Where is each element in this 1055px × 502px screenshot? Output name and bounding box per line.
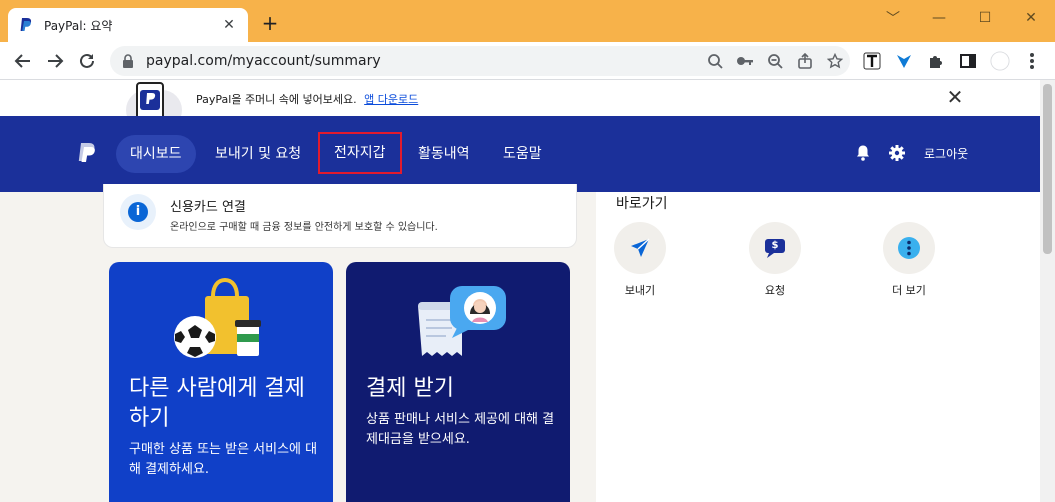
bell-icon[interactable]: [854, 144, 872, 162]
invoice-illustration-icon: [418, 286, 506, 356]
scrollbar-thumb[interactable]: [1043, 84, 1052, 254]
browser-toolbar: paypal.com/myaccount/summary: [0, 42, 1055, 80]
browser-titlebar: PayPal: 요약 ✕ + ﹀ — ☐ ✕: [0, 0, 1055, 42]
nav-send-request[interactable]: 보내기 및 요청: [201, 135, 315, 173]
banner-text: PayPal을 주머니 속에 넣어보세요.: [196, 93, 357, 106]
quick-send[interactable]: 보내기: [600, 222, 680, 298]
reload-icon[interactable]: [76, 50, 98, 72]
get-paid-card[interactable]: 결제 받기 상품 판매나 서비스 제공에 대해 결제대금을 받으세요.: [346, 262, 570, 502]
new-tab-button[interactable]: +: [258, 12, 282, 36]
app-download-banner: PayPal을 주머니 속에 넣어보세요. 앱 다운로드 ✕: [0, 80, 1040, 130]
text-extension-icon[interactable]: [862, 51, 882, 71]
extensions-puzzle-icon[interactable]: [926, 51, 946, 71]
profile-avatar-icon[interactable]: [990, 51, 1010, 71]
browser-tab[interactable]: PayPal: 요약 ✕: [8, 8, 248, 42]
quick-request[interactable]: $ 요청: [735, 222, 815, 298]
maximize-button[interactable]: ☐: [962, 6, 1008, 30]
page-viewport: PayPal을 주머니 속에 넣어보세요. 앱 다운로드 ✕ 대시보드 보내기 …: [0, 80, 1040, 502]
pay-card-title: 다른 사람에게 결제하기: [129, 376, 305, 431]
info-card-title: 신용카드 연결: [170, 200, 246, 215]
pay-card-desc: 구매한 상품 또는 받은 서비스에 대해 결제하세요.: [129, 442, 318, 477]
lock-icon: [122, 54, 136, 68]
tab-close-icon[interactable]: ✕: [220, 17, 238, 33]
quick-links-title: 바로가기: [616, 196, 668, 212]
request-dollar-symbol: $: [771, 240, 779, 251]
info-icon: i: [128, 202, 148, 222]
nav-dashboard[interactable]: 대시보드: [116, 135, 196, 173]
url-text: paypal.com/myaccount/summary: [146, 53, 381, 69]
side-panel-icon[interactable]: [958, 51, 978, 71]
left-column: i 신용카드 연결 온라인으로 구매할 때 금융 정보를 안전하게 보호할 수 …: [0, 184, 596, 502]
info-badge: i: [120, 194, 156, 230]
pay-someone-card[interactable]: 다른 사람에게 결제하기 구매한 상품 또는 받은 서비스에 대해 결제하세요.: [109, 262, 333, 502]
zoom-out-icon[interactable]: [760, 46, 790, 76]
address-bar[interactable]: paypal.com/myaccount/summary: [110, 46, 850, 76]
shopping-illustration-icon: [174, 277, 261, 358]
logout-link[interactable]: 로그아웃: [924, 145, 968, 162]
paypal-favicon-icon: [18, 17, 34, 33]
banner-close-icon[interactable]: ✕: [944, 86, 966, 108]
banner-message: PayPal을 주머니 속에 넣어보세요. 앱 다운로드: [196, 91, 418, 107]
bookmark-star-icon[interactable]: [820, 46, 850, 76]
tab-search-icon[interactable]: ﹀: [870, 6, 916, 30]
nav-wallet[interactable]: 전자지갑: [318, 132, 402, 174]
share-icon[interactable]: [790, 46, 820, 76]
quick-more-label: 더 보기: [892, 284, 926, 297]
request-icon: $: [749, 222, 801, 274]
nav-activity[interactable]: 활동내역: [404, 135, 484, 173]
more-icon: [883, 222, 935, 274]
quick-send-label: 보내기: [624, 284, 656, 297]
close-window-button[interactable]: ✕: [1008, 6, 1054, 30]
link-credit-card-card[interactable]: i 신용카드 연결 온라인으로 구매할 때 금융 정보를 안전하게 보호할 수 …: [103, 184, 577, 248]
get-paid-card-title: 결제 받기: [366, 376, 454, 401]
quick-request-label: 요청: [764, 284, 786, 297]
tab-title: PayPal: 요약: [44, 18, 113, 33]
minimize-button[interactable]: —: [916, 6, 962, 30]
paypal-top-nav: 대시보드 보내기 및 요청 전자지갑 활동내역 도움말 로그아웃: [0, 116, 1040, 192]
back-arrow-icon[interactable]: [12, 50, 34, 72]
get-paid-card-desc: 상품 판매나 서비스 제공에 대해 결제대금을 받으세요.: [366, 412, 555, 447]
gear-icon[interactable]: [888, 144, 906, 162]
nav-help[interactable]: 도움말: [489, 135, 556, 173]
paypal-logo-icon[interactable]: [76, 142, 98, 166]
forward-arrow-icon[interactable]: [44, 50, 66, 72]
info-card-subtitle: 온라인으로 구매할 때 금융 정보를 안전하게 보호할 수 있습니다.: [170, 222, 438, 233]
key-icon[interactable]: [730, 46, 760, 76]
quick-more[interactable]: 더 보기: [869, 222, 949, 298]
dashboard-main: i 신용카드 연결 온라인으로 구매할 때 금융 정보를 안전하게 보호할 수 …: [0, 184, 1040, 502]
menu-kebab-icon[interactable]: [1022, 51, 1042, 71]
send-icon: [614, 222, 666, 274]
zoom-search-icon[interactable]: [700, 46, 730, 76]
vpn-extension-icon[interactable]: [894, 51, 914, 71]
page-scrollbar[interactable]: [1040, 80, 1055, 502]
app-download-link[interactable]: 앱 다운로드: [364, 93, 418, 106]
